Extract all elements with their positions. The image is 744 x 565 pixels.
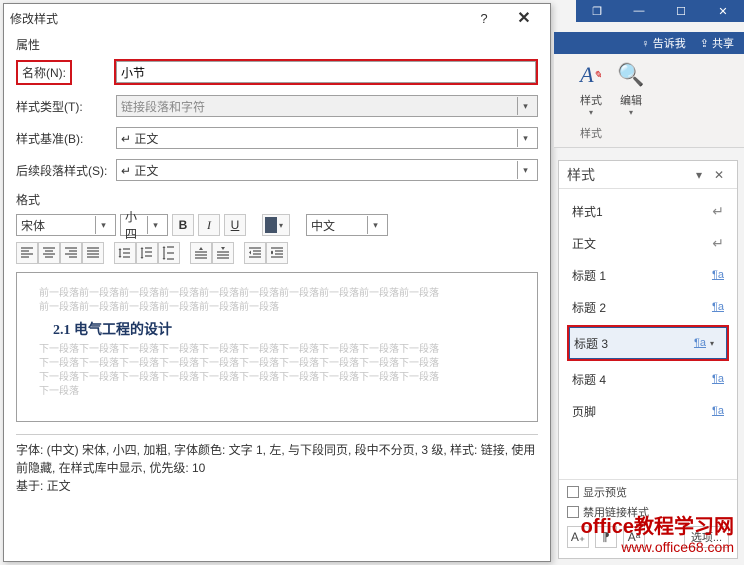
- help-button[interactable]: ?: [464, 7, 504, 29]
- format-heading: 格式: [16, 191, 538, 208]
- type-combo: 链接段落和字符 ▾: [116, 95, 538, 117]
- align-center-button[interactable]: [38, 242, 60, 264]
- chevron-down-icon[interactable]: ▾: [367, 216, 383, 234]
- close-button[interactable]: ✕: [504, 7, 544, 29]
- type-label: 样式类型(T):: [16, 98, 116, 115]
- chevron-down-icon[interactable]: ▾: [147, 216, 163, 234]
- line-spacing-2-button[interactable]: [158, 242, 180, 264]
- preview-before-text: 前一段落前一段落前一段落前一段落前一段落前一段落前一段落前一段落前一段落前一段落…: [39, 287, 515, 315]
- based-on-combo[interactable]: ↵ 正文 ▾: [116, 127, 538, 149]
- font-size-combo[interactable]: 小四 ▾: [120, 214, 168, 236]
- style-description: 字体: (中文) 宋体, 小四, 加粗, 字体颜色: 文字 1, 左, 与下段同…: [16, 434, 538, 495]
- language-combo[interactable]: 中文 ▾: [306, 214, 388, 236]
- edit-ribbon-button[interactable]: 🔍 编辑 ▾: [616, 60, 646, 145]
- style-item-标题 2[interactable]: 标题 2¶a: [567, 291, 729, 323]
- style-item-标题 1[interactable]: 标题 1¶a: [567, 259, 729, 291]
- chevron-down-icon[interactable]: ▾: [279, 221, 287, 230]
- name-input[interactable]: [116, 61, 536, 83]
- chevron-down-icon[interactable]: ▾: [95, 216, 111, 234]
- preview-sample-text: 2.1 电气工程的设计: [39, 319, 515, 339]
- pane-title: 样式: [567, 165, 689, 185]
- modify-style-dialog: 修改样式 ? ✕ 属性 名称(N): 样式类型(T): 链接段落和字符 ▾ 样式: [3, 3, 551, 562]
- style-item-样式1[interactable]: 样式1↵: [567, 195, 729, 227]
- based-on-label: 样式基准(B):: [16, 130, 116, 147]
- properties-heading: 属性: [16, 36, 538, 53]
- style-item-标题 3[interactable]: 标题 3¶a▾: [569, 327, 727, 359]
- disable-linked-checkbox[interactable]: 禁用链接样式: [567, 504, 729, 520]
- manage-styles-button[interactable]: Aᵃ: [623, 526, 645, 548]
- align-left-button[interactable]: [16, 242, 38, 264]
- space-before-dec-button[interactable]: [212, 242, 234, 264]
- align-right-button[interactable]: [60, 242, 82, 264]
- chevron-down-icon[interactable]: ▾: [710, 339, 722, 348]
- ribbon-body: A✎ 样式 ▾ 样式 🔍 编辑 ▾: [554, 54, 744, 148]
- next-style-label: 后续段落样式(S):: [16, 162, 116, 179]
- dialog-title: 修改样式: [10, 10, 464, 27]
- dialog-titlebar: 修改样式 ? ✕: [4, 4, 550, 32]
- style-item-页脚[interactable]: 页脚¶a: [567, 395, 729, 427]
- styles-pane: 样式 ▾ ✕ 样式1↵正文↵标题 1¶a标题 2¶a 标题 3¶a▾ 标题 4¶a页…: [558, 160, 738, 559]
- indent-decrease-button[interactable]: [244, 242, 266, 264]
- preview-after-text: 下一段落下一段落下一段落下一段落下一段落下一段落下一段落下一段落下一段落下一段落…: [39, 343, 515, 399]
- window-maximize-icon[interactable]: ☐: [660, 0, 702, 22]
- styles-list: 样式1↵正文↵标题 1¶a标题 2¶a 标题 3¶a▾ 标题 4¶a页脚¶a: [559, 189, 737, 433]
- options-button[interactable]: 选项...: [684, 526, 729, 548]
- pane-close-icon[interactable]: ✕: [709, 168, 729, 182]
- name-label: 名称(N):: [16, 60, 72, 85]
- font-combo[interactable]: 宋体 ▾: [16, 214, 116, 236]
- window-controls: ❐ — ☐ ✕: [576, 0, 744, 22]
- style-item-标题 4[interactable]: 标题 4¶a: [567, 363, 729, 395]
- indent-increase-button[interactable]: [266, 242, 288, 264]
- tell-me-button[interactable]: ♀ 告诉我: [641, 35, 685, 51]
- align-justify-button[interactable]: [82, 242, 104, 264]
- lightbulb-icon: ♀: [641, 38, 649, 50]
- share-button[interactable]: ⇪ 共享: [700, 35, 734, 51]
- window-close-icon[interactable]: ✕: [702, 0, 744, 22]
- style-item-正文[interactable]: 正文↵: [567, 227, 729, 259]
- style-preview: 前一段落前一段落前一段落前一段落前一段落前一段落前一段落前一段落前一段落前一段落…: [16, 272, 538, 422]
- new-style-button[interactable]: A₊: [567, 526, 589, 548]
- line-spacing-1-button[interactable]: [114, 242, 136, 264]
- italic-button[interactable]: I: [198, 214, 220, 236]
- space-before-inc-button[interactable]: [190, 242, 212, 264]
- window-minimize-icon[interactable]: —: [618, 0, 660, 22]
- styles-icon: A✎: [576, 60, 606, 90]
- style-inspector-button[interactable]: ⁋: [595, 526, 617, 548]
- bold-button[interactable]: B: [172, 214, 194, 236]
- pane-dropdown-icon[interactable]: ▾: [689, 168, 709, 182]
- ribbon-header: ♀ 告诉我 ⇪ 共享: [554, 32, 744, 54]
- styles-ribbon-button[interactable]: A✎ 样式 ▾ 样式: [576, 60, 606, 145]
- share-icon: ⇪: [700, 38, 709, 50]
- line-spacing-1.5-button[interactable]: [136, 242, 158, 264]
- edit-icon: 🔍: [616, 60, 646, 90]
- chevron-down-icon: ▾: [517, 97, 533, 115]
- chevron-down-icon[interactable]: ▾: [517, 161, 533, 179]
- window-restore-icon[interactable]: ❐: [576, 0, 618, 22]
- next-style-combo[interactable]: ↵ 正文 ▾: [116, 159, 538, 181]
- font-color-button[interactable]: ▾: [262, 214, 290, 236]
- show-preview-checkbox[interactable]: 显示预览: [567, 484, 729, 500]
- chevron-down-icon[interactable]: ▾: [517, 129, 533, 147]
- color-swatch: [265, 217, 277, 233]
- underline-button[interactable]: U: [224, 214, 246, 236]
